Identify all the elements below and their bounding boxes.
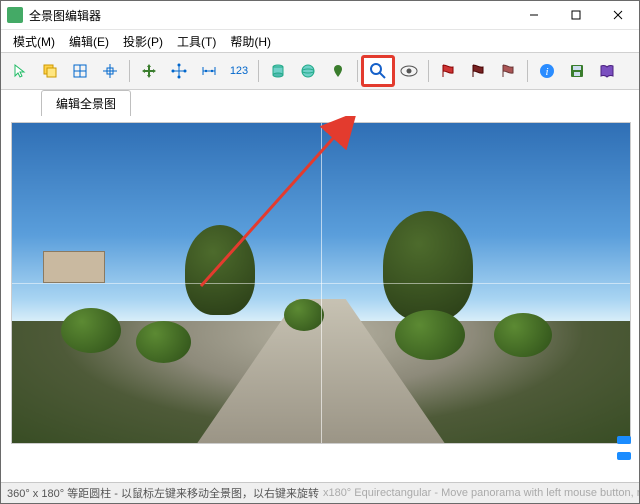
titlebar: 全景图编辑器	[1, 1, 639, 30]
flag-brown-icon[interactable]	[493, 57, 523, 85]
hspan-icon[interactable]	[194, 57, 224, 85]
stack-icon[interactable]	[35, 57, 65, 85]
window-controls	[513, 1, 639, 29]
menu-tools[interactable]: 工具(T)	[171, 31, 222, 52]
toolbar-separator	[527, 60, 528, 82]
panorama-image	[395, 310, 465, 360]
magnifier-icon[interactable]	[362, 56, 394, 86]
app-window: 全景图编辑器 模式(M) 编辑(E) 投影(P) 工具(T) 帮助(H)	[0, 0, 640, 504]
menu-help[interactable]: 帮助(H)	[224, 31, 277, 52]
content-area	[1, 116, 639, 476]
window-title: 全景图编辑器	[29, 7, 101, 24]
status-text-secondary: x180° Equirectangular - Move panorama wi…	[323, 487, 639, 499]
sphere-icon[interactable]	[293, 57, 323, 85]
menu-projection[interactable]: 投影(P)	[117, 31, 169, 52]
numeric-icon[interactable]: 123	[224, 57, 254, 85]
pointer-tool-icon[interactable]	[5, 57, 35, 85]
eye-icon[interactable]	[394, 57, 424, 85]
slider-thumb[interactable]	[617, 452, 631, 460]
toolbar-separator	[428, 60, 429, 82]
flag-dark-icon[interactable]	[463, 57, 493, 85]
panorama-image	[383, 211, 473, 321]
toolbar-separator	[258, 60, 259, 82]
panorama-image	[494, 313, 552, 357]
panorama-image	[136, 321, 191, 363]
toolbar: 123 i	[1, 52, 639, 90]
close-button[interactable]	[597, 1, 639, 29]
app-icon	[7, 7, 23, 23]
marker-icon[interactable]	[323, 57, 353, 85]
flag-red-icon[interactable]	[433, 57, 463, 85]
save-icon[interactable]	[562, 57, 592, 85]
panorama-image	[185, 225, 255, 315]
cylinder-icon[interactable]	[263, 57, 293, 85]
statusbar: 360° x 180° 等距圆柱 - 以鼠标左键来移动全景图，以右键来旋转 x1…	[1, 482, 639, 503]
menu-mode[interactable]: 模式(M)	[7, 31, 61, 52]
grid-icon[interactable]	[65, 57, 95, 85]
center-guide-horizontal	[12, 283, 630, 284]
toolbar-separator	[357, 60, 358, 82]
book-icon[interactable]	[592, 57, 622, 85]
slider-thumb[interactable]	[617, 436, 631, 444]
minimize-button[interactable]	[513, 1, 555, 29]
status-text: 360° x 180° 等距圆柱 - 以鼠标左键来移动全景图，以右键来旋转	[7, 485, 319, 501]
panorama-image	[284, 299, 324, 331]
maximize-button[interactable]	[555, 1, 597, 29]
tab-edit-panorama[interactable]: 编辑全景图	[41, 90, 131, 116]
target-icon[interactable]	[95, 57, 125, 85]
menubar: 模式(M) 编辑(E) 投影(P) 工具(T) 帮助(H)	[1, 30, 639, 52]
info-icon[interactable]: i	[532, 57, 562, 85]
panorama-viewport[interactable]	[11, 122, 631, 444]
zoom-sliders	[617, 436, 631, 460]
menu-edit[interactable]: 编辑(E)	[63, 31, 115, 52]
move-icon[interactable]	[134, 57, 164, 85]
handles-icon[interactable]	[164, 57, 194, 85]
toolbar-separator	[129, 60, 130, 82]
tab-row: 编辑全景图	[1, 90, 639, 116]
svg-text:i: i	[545, 66, 548, 78]
panorama-image	[43, 251, 105, 283]
